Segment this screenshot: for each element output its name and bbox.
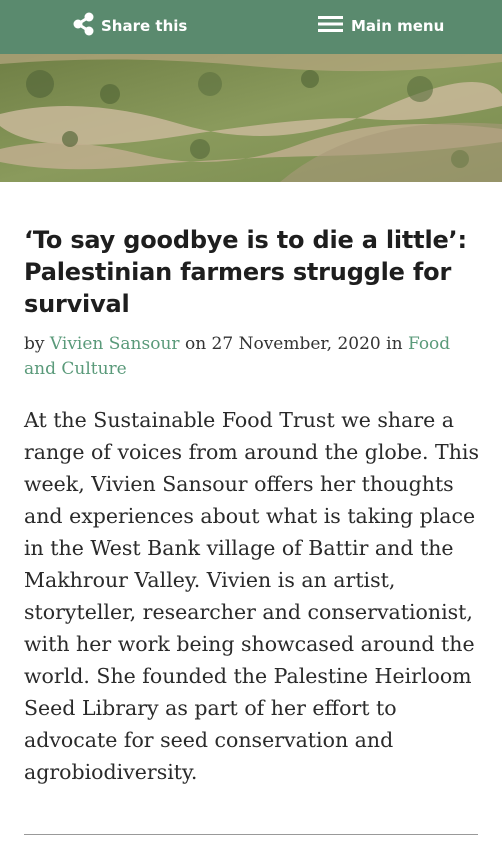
article: ‘To say goodbye is to die a little’: Pal… (24, 182, 480, 788)
share-icon (71, 11, 101, 41)
author-link[interactable]: Vivien Sansour (50, 334, 180, 354)
hero-image (0, 54, 502, 182)
article-title: ‘To say goodbye is to die a little’: Pal… (24, 226, 467, 318)
hamburger-menu-icon (318, 16, 351, 36)
share-label: Share this (101, 17, 188, 35)
divider (24, 834, 478, 835)
main-menu-label: Main menu (351, 17, 445, 35)
share-button[interactable]: Share this (71, 11, 188, 41)
publish-date: 27 November, 2020 (211, 334, 381, 354)
article-byline: by Vivien Sansour on 27 November, 2020 i… (24, 332, 480, 382)
byline-on: on (184, 334, 207, 354)
byline-in: in (386, 334, 403, 354)
byline-by: by (24, 334, 45, 354)
top-bar: Share this Main menu (0, 0, 502, 54)
article-intro: At the Sustainable Food Trust we share a… (24, 408, 480, 784)
main-menu-button[interactable]: Main menu (318, 13, 444, 39)
